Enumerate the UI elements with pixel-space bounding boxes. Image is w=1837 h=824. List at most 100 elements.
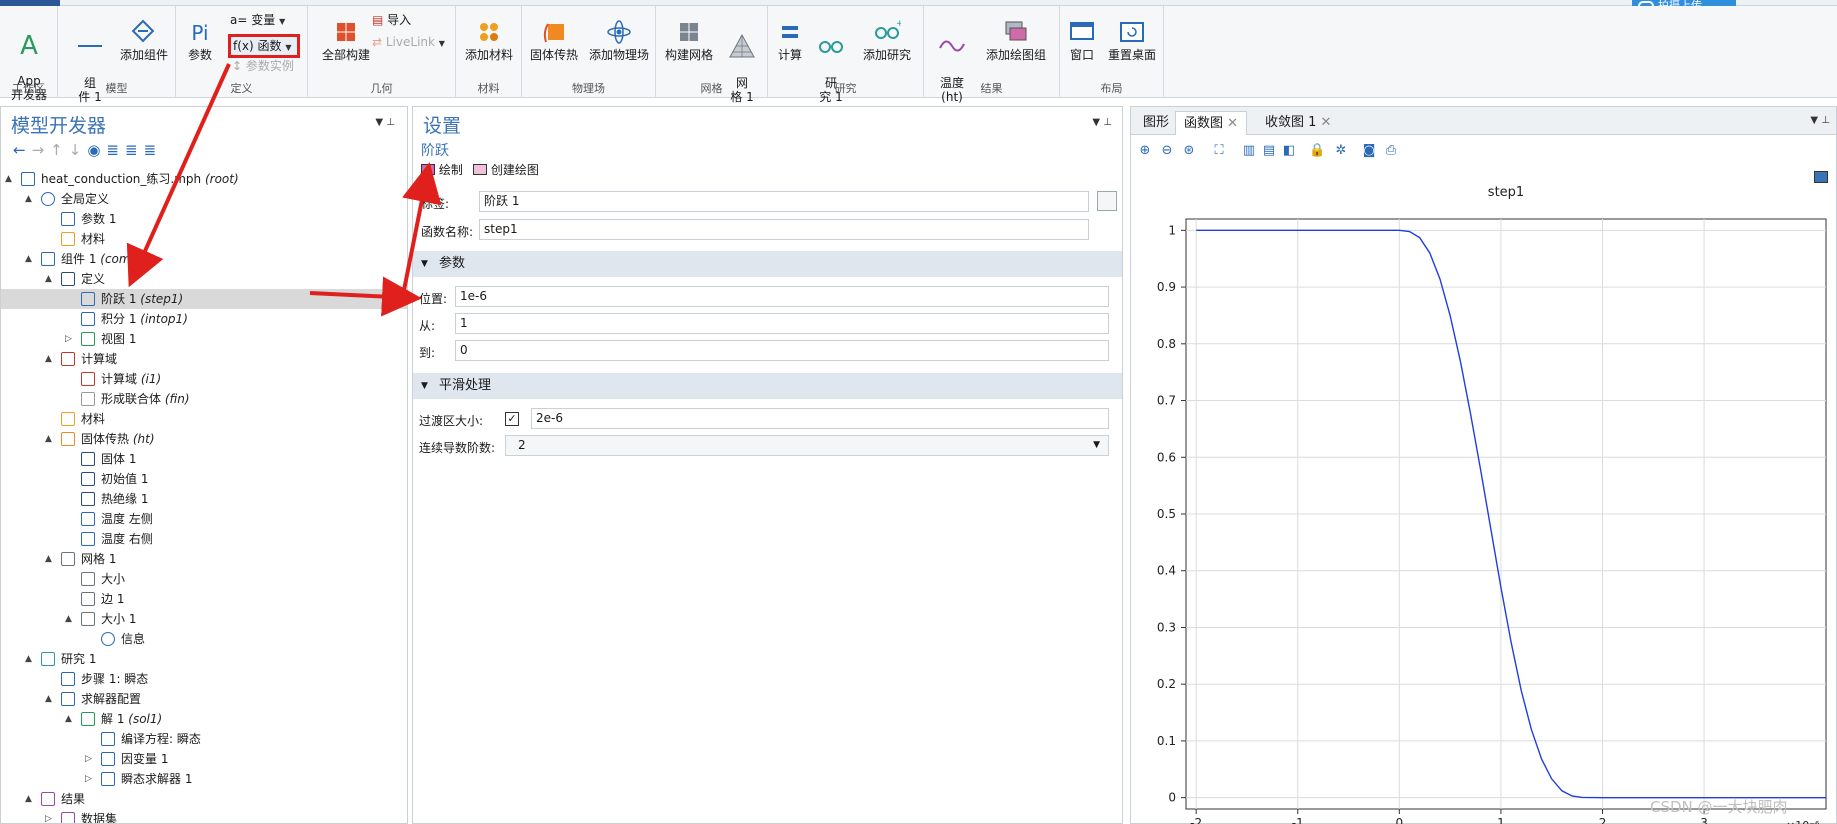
tree-node[interactable]: 边 1	[1, 589, 407, 609]
tab-graphics[interactable]: 图形	[1135, 111, 1177, 135]
tree-node[interactable]: 热绝缘 1	[1, 489, 407, 509]
import-button[interactable]: ▤ 导入	[372, 12, 411, 28]
tree-expander-icon[interactable]: ▲	[45, 429, 52, 449]
tree-node[interactable]: 编译方程: 瞬态	[1, 729, 407, 749]
window-button[interactable]: 窗口	[1064, 18, 1100, 62]
add-physics-button[interactable]: 添加物理场	[586, 18, 652, 62]
scene-light-icon[interactable]: ✲	[1333, 143, 1349, 159]
view-options-icon[interactable]: ≣	[144, 141, 163, 159]
livelink-button[interactable]: ⇄ LiveLink ▼	[372, 34, 445, 52]
to-field[interactable]: 0	[455, 340, 1109, 361]
zoom-extents-icon[interactable]: ⛶	[1211, 143, 1227, 159]
tree-node[interactable]: 参数 1	[1, 209, 407, 229]
tree-node[interactable]: ▷ 数据集	[1, 809, 407, 823]
tree-expander-icon[interactable]: ▲	[25, 249, 32, 269]
function-name-field[interactable]: step1	[479, 219, 1089, 240]
tab-convergence-plot[interactable]: 收敛图 1 ✕	[1257, 111, 1339, 135]
tree-node[interactable]: ▲ 解 1 (sol1)	[1, 709, 407, 729]
add-plot-group-button[interactable]: 添加绘图组	[978, 18, 1054, 62]
tree-node[interactable]: ▲ 计算域	[1, 349, 407, 369]
tree-expander-icon[interactable]: ▲	[45, 349, 52, 369]
tree-node[interactable]: ▲ 研究 1	[1, 649, 407, 669]
tree-expander-icon[interactable]: ▷	[85, 769, 92, 789]
pin-icon[interactable]: ▼ ⊥	[1092, 117, 1112, 128]
compute-button[interactable]: 计算	[774, 18, 806, 62]
show-icon[interactable]: ◉	[87, 141, 106, 159]
tree-expander-icon[interactable]: ▲	[25, 189, 32, 209]
lock-icon[interactable]: 🔒	[1309, 143, 1325, 159]
tab-function-plot[interactable]: 函数图 ✕	[1175, 111, 1248, 135]
zoom-out-icon[interactable]: ⊖	[1159, 143, 1175, 159]
tree-node[interactable]: 材料	[1, 229, 407, 249]
reset-desktop-button[interactable]: 重置桌面	[1104, 18, 1160, 62]
create-plot-button[interactable]: 创建绘图	[473, 161, 539, 178]
tree-expander-icon[interactable]: ▷	[45, 809, 52, 823]
tree-node[interactable]: 信息	[1, 629, 407, 649]
tree-node[interactable]: 温度 左侧	[1, 509, 407, 529]
transition-field[interactable]: 2e-6	[531, 408, 1109, 429]
tree-node[interactable]: 温度 右侧	[1, 529, 407, 549]
tree-expander-icon[interactable]: ▷	[85, 749, 92, 769]
variables-button[interactable]: a= 变量 ▼	[230, 12, 285, 30]
axis-icon[interactable]: ◧	[1281, 143, 1297, 159]
collapse-icon[interactable]: ≣	[125, 141, 144, 159]
add-component-button[interactable]: 添加组件	[116, 18, 172, 62]
smoothing-section-header[interactable]: ▼ 平滑处理	[413, 373, 1122, 399]
down-arrow-icon[interactable]: ↓	[69, 141, 88, 159]
tree-node[interactable]: ▲ 定义	[1, 269, 407, 289]
zoom-in-icon[interactable]: ⊕	[1137, 143, 1153, 159]
tree-node[interactable]: 阶跃 1 (step1)	[1, 289, 407, 309]
tree-node[interactable]: ▲ 求解器配置	[1, 689, 407, 709]
tree-expander-icon[interactable]: ▲	[45, 549, 52, 569]
expand-icon[interactable]: ≣	[106, 141, 125, 159]
camera-icon[interactable]: ◙	[1361, 143, 1377, 159]
comment-icon[interactable]	[1097, 191, 1117, 211]
label-field[interactable]: 阶跃 1	[479, 191, 1089, 212]
tree-node[interactable]: ▲ 全局定义	[1, 189, 407, 209]
tree-node[interactable]: ▷ 视图 1	[1, 329, 407, 349]
tree-node[interactable]: ▲ 组件 1 (comp1)	[1, 249, 407, 269]
close-icon[interactable]: ✕	[1227, 116, 1238, 131]
grid-y-icon[interactable]: ▤	[1261, 143, 1277, 159]
tree-node[interactable]: ▲ 网格 1	[1, 549, 407, 569]
tree-node[interactable]: 固体 1	[1, 449, 407, 469]
tree-expander-icon[interactable]: ▲	[25, 649, 32, 669]
zoom-box-icon[interactable]: ⊛	[1181, 143, 1197, 159]
add-study-button[interactable]: + 添加研究	[856, 18, 918, 62]
location-field[interactable]: 1e-6	[455, 286, 1109, 307]
tree-node[interactable]: 计算域 (i1)	[1, 369, 407, 389]
tree-node[interactable]: 积分 1 (intop1)	[1, 309, 407, 329]
tree-expander-icon[interactable]: ▲	[65, 709, 72, 729]
tree-expander-icon[interactable]: ▲	[45, 689, 52, 709]
pin-icon[interactable]: ▼ ⊥	[1810, 115, 1830, 126]
transition-checkbox[interactable]: ✓	[505, 412, 519, 426]
tree-node[interactable]: ▷ 瞬态求解器 1	[1, 769, 407, 789]
parameters-button[interactable]: Pi 参数	[184, 18, 216, 62]
tree-node[interactable]: ▲ 固体传热 (ht)	[1, 429, 407, 449]
tree-expander-icon[interactable]: ▲	[25, 789, 32, 809]
continuous-derivative-select[interactable]: 2 ▼	[505, 435, 1109, 456]
grid-x-icon[interactable]: ▥	[1241, 143, 1257, 159]
from-field[interactable]: 1	[455, 313, 1109, 334]
tree-node[interactable]: 初始值 1	[1, 469, 407, 489]
print-icon[interactable]: ⎙	[1383, 143, 1399, 159]
build-mesh-button[interactable]: 构建网格	[662, 18, 716, 62]
build-all-button[interactable]: 全部构建	[318, 18, 374, 62]
parameters-section-header[interactable]: ▼ 参数	[413, 251, 1122, 277]
param-case-button[interactable]: ↕ 参数实例	[232, 58, 294, 74]
forward-arrow-icon[interactable]: →	[32, 141, 51, 159]
tree-node[interactable]: 步骤 1: 瞬态	[1, 669, 407, 689]
plot-button[interactable]: 绘制	[421, 161, 463, 178]
tree-node[interactable]: ▲ 大小 1	[1, 609, 407, 629]
back-arrow-icon[interactable]: ←	[13, 141, 32, 159]
tree-expander-icon[interactable]: ▲	[45, 269, 52, 289]
tree-node[interactable]: 材料	[1, 409, 407, 429]
tree-expander-icon[interactable]: ▲	[65, 609, 72, 629]
heat-transfer-button[interactable]: 固体传热	[528, 18, 580, 62]
tree-expander-icon[interactable]: ▲	[5, 169, 12, 189]
pin-icon[interactable]: ▼ ⊥	[375, 117, 395, 128]
tree-node[interactable]: 大小	[1, 569, 407, 589]
tree-node[interactable]: ▲ heat_conduction_练习.mph (root)	[1, 169, 407, 189]
tree-expander-icon[interactable]: ▷	[65, 329, 72, 349]
functions-button[interactable]: f(x) 函数 ▼	[228, 34, 300, 58]
